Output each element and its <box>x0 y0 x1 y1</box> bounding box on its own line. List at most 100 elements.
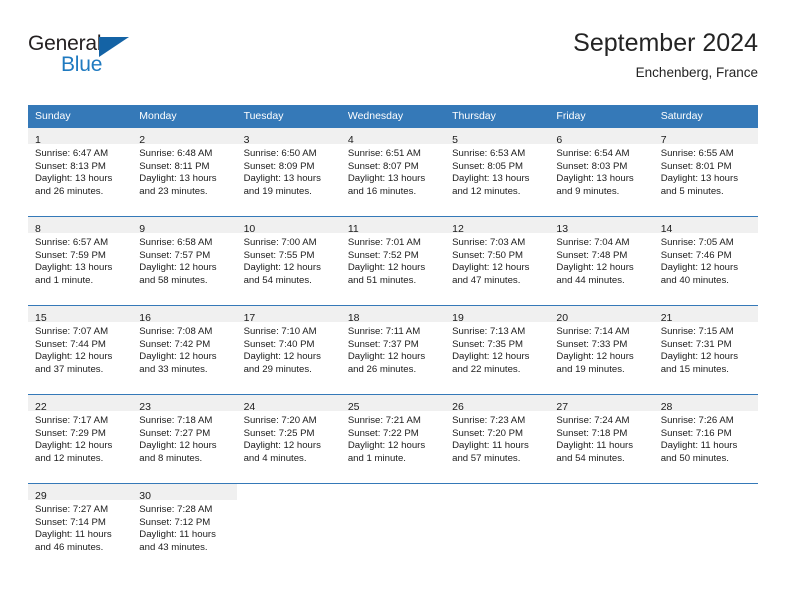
calendar-cell[interactable]: 15 Sunrise: 7:07 AM Sunset: 7:44 PM Dayl… <box>28 305 133 394</box>
day-cell[interactable]: 17 Sunrise: 7:10 AM Sunset: 7:40 PM Dayl… <box>236 305 341 394</box>
sunset-text: Sunset: 7:22 PM <box>347 427 419 439</box>
daylight-text: Daylight: 13 hours and 12 minutes. <box>452 173 530 197</box>
day-cell-empty <box>549 483 654 572</box>
calendar-cell[interactable]: 22 Sunrise: 7:17 AM Sunset: 7:29 PM Dayl… <box>28 394 133 483</box>
day-number: 2 <box>139 134 146 146</box>
day-cell[interactable]: 11 Sunrise: 7:01 AM Sunset: 7:52 PM Dayl… <box>340 216 446 305</box>
day-cell[interactable]: 4 Sunrise: 6:51 AM Sunset: 8:07 PM Dayli… <box>340 127 446 216</box>
sunrise-text: Sunrise: 7:04 AM <box>556 237 630 248</box>
calendar-cell[interactable]: 21 Sunrise: 7:15 AM Sunset: 7:31 PM Dayl… <box>653 305 758 394</box>
sunrise-text: Sunrise: 7:28 AM <box>139 504 213 515</box>
calendar-cell[interactable]: 2 Sunrise: 6:48 AM Sunset: 8:11 PM Dayli… <box>132 127 237 216</box>
calendar-cell[interactable]: 14 Sunrise: 7:05 AM Sunset: 7:46 PM Dayl… <box>653 216 758 305</box>
sunrise-text: Sunrise: 7:05 AM <box>660 237 734 248</box>
day-number-band: 16 <box>132 306 237 324</box>
day-cell[interactable]: 24 Sunrise: 7:20 AM Sunset: 7:25 PM Dayl… <box>236 394 341 483</box>
weekday-header-sunday: Sunday <box>28 105 133 127</box>
day-cell[interactable]: 5 Sunrise: 6:53 AM Sunset: 8:05 PM Dayli… <box>445 127 550 216</box>
calendar-cell[interactable]: 1 Sunrise: 6:47 AM Sunset: 8:13 PM Dayli… <box>28 127 133 216</box>
calendar-cell <box>653 483 758 572</box>
calendar-cell[interactable]: 18 Sunrise: 7:11 AM Sunset: 7:37 PM Dayl… <box>340 305 446 394</box>
calendar-cell[interactable]: 9 Sunrise: 6:58 AM Sunset: 7:57 PM Dayli… <box>132 216 237 305</box>
day-cell[interactable]: 1 Sunrise: 6:47 AM Sunset: 8:13 PM Dayli… <box>28 127 133 216</box>
day-cell[interactable]: 22 Sunrise: 7:17 AM Sunset: 7:29 PM Dayl… <box>28 394 133 483</box>
day-number: 16 <box>139 312 151 324</box>
calendar-page: General Blue September 2024 Enchenberg, … <box>0 0 792 612</box>
day-cell[interactable]: 23 Sunrise: 7:18 AM Sunset: 7:27 PM Dayl… <box>132 394 237 483</box>
day-cell[interactable]: 29 Sunrise: 7:27 AM Sunset: 7:14 PM Dayl… <box>28 483 133 572</box>
day-cell[interactable]: 25 Sunrise: 7:21 AM Sunset: 7:22 PM Dayl… <box>340 394 446 483</box>
calendar-cell[interactable]: 13 Sunrise: 7:04 AM Sunset: 7:48 PM Dayl… <box>549 216 654 305</box>
day-number: 10 <box>243 223 256 235</box>
day-details: Sunrise: 7:23 AM Sunset: 7:20 PM Dayligh… <box>445 411 549 465</box>
logo-triangle-icon <box>99 37 129 57</box>
day-cell[interactable]: 28 Sunrise: 7:26 AM Sunset: 7:16 PM Dayl… <box>653 394 758 483</box>
day-cell[interactable]: 6 Sunrise: 6:54 AM Sunset: 8:03 PM Dayli… <box>549 127 654 216</box>
daylight-text: Daylight: 12 hours and 12 minutes. <box>35 440 113 464</box>
calendar-cell[interactable]: 3 Sunrise: 6:50 AM Sunset: 8:09 PM Dayli… <box>236 127 341 216</box>
day-cell[interactable]: 20 Sunrise: 7:14 AM Sunset: 7:33 PM Dayl… <box>549 305 654 394</box>
calendar-cell[interactable]: 5 Sunrise: 6:53 AM Sunset: 8:05 PM Dayli… <box>445 127 550 216</box>
calendar-cell[interactable]: 28 Sunrise: 7:26 AM Sunset: 7:16 PM Dayl… <box>653 394 758 483</box>
calendar-cell[interactable]: 19 Sunrise: 7:13 AM Sunset: 7:35 PM Dayl… <box>445 305 550 394</box>
day-cell[interactable]: 14 Sunrise: 7:05 AM Sunset: 7:46 PM Dayl… <box>653 216 758 305</box>
calendar-cell[interactable]: 4 Sunrise: 6:51 AM Sunset: 8:07 PM Dayli… <box>340 127 446 216</box>
day-number-band: 26 <box>445 395 550 413</box>
calendar-cell[interactable]: 10 Sunrise: 7:00 AM Sunset: 7:55 PM Dayl… <box>236 216 341 305</box>
calendar-cell[interactable]: 6 Sunrise: 6:54 AM Sunset: 8:03 PM Dayli… <box>549 127 654 216</box>
calendar-cell[interactable]: 24 Sunrise: 7:20 AM Sunset: 7:25 PM Dayl… <box>236 394 341 483</box>
day-details: Sunrise: 7:24 AM Sunset: 7:18 PM Dayligh… <box>549 411 653 465</box>
day-number: 1 <box>35 134 41 146</box>
day-cell[interactable]: 27 Sunrise: 7:24 AM Sunset: 7:18 PM Dayl… <box>549 394 654 483</box>
calendar-cell[interactable]: 30 Sunrise: 7:28 AM Sunset: 7:12 PM Dayl… <box>132 483 237 572</box>
day-cell[interactable]: 18 Sunrise: 7:11 AM Sunset: 7:37 PM Dayl… <box>340 305 446 394</box>
page-title: September 2024 <box>573 29 758 57</box>
day-cell[interactable]: 7 Sunrise: 6:55 AM Sunset: 8:01 PM Dayli… <box>653 127 758 216</box>
day-cell[interactable]: 10 Sunrise: 7:00 AM Sunset: 7:55 PM Dayl… <box>236 216 341 305</box>
calendar-cell[interactable]: 11 Sunrise: 7:01 AM Sunset: 7:52 PM Dayl… <box>340 216 446 305</box>
daylight-text: Daylight: 12 hours and 19 minutes. <box>556 351 634 375</box>
calendar-cell[interactable]: 26 Sunrise: 7:23 AM Sunset: 7:20 PM Dayl… <box>445 394 550 483</box>
day-cell[interactable]: 21 Sunrise: 7:15 AM Sunset: 7:31 PM Dayl… <box>653 305 758 394</box>
calendar-cell[interactable]: 17 Sunrise: 7:10 AM Sunset: 7:40 PM Dayl… <box>236 305 341 394</box>
sunset-text: Sunset: 8:13 PM <box>35 160 106 172</box>
calendar-cell[interactable]: 27 Sunrise: 7:24 AM Sunset: 7:18 PM Dayl… <box>549 394 654 483</box>
sunset-text: Sunset: 7:31 PM <box>660 338 732 350</box>
day-cell[interactable]: 13 Sunrise: 7:04 AM Sunset: 7:48 PM Dayl… <box>549 216 654 305</box>
day-cell[interactable]: 15 Sunrise: 7:07 AM Sunset: 7:44 PM Dayl… <box>28 305 133 394</box>
day-number: 8 <box>35 223 41 235</box>
sunrise-text: Sunrise: 6:54 AM <box>556 148 630 159</box>
day-number: 18 <box>347 312 360 324</box>
day-number: 20 <box>556 312 569 324</box>
day-cell[interactable]: 2 Sunrise: 6:48 AM Sunset: 8:11 PM Dayli… <box>132 127 237 216</box>
day-cell[interactable]: 16 Sunrise: 7:08 AM Sunset: 7:42 PM Dayl… <box>132 305 237 394</box>
day-cell[interactable]: 30 Sunrise: 7:28 AM Sunset: 7:12 PM Dayl… <box>132 483 237 572</box>
sunrise-text: Sunrise: 7:21 AM <box>347 415 421 426</box>
day-number: 19 <box>452 312 464 324</box>
day-cell[interactable]: 8 Sunrise: 6:57 AM Sunset: 7:59 PM Dayli… <box>28 216 133 305</box>
general-blue-logo[interactable]: General Blue <box>28 28 248 88</box>
sunrise-text: Sunrise: 7:13 AM <box>452 326 526 337</box>
calendar-cell[interactable]: 7 Sunrise: 6:55 AM Sunset: 8:01 PM Dayli… <box>653 127 758 216</box>
sunrise-text: Sunrise: 6:51 AM <box>347 148 421 159</box>
day-cell[interactable]: 26 Sunrise: 7:23 AM Sunset: 7:20 PM Dayl… <box>445 394 550 483</box>
day-cell[interactable]: 3 Sunrise: 6:50 AM Sunset: 8:09 PM Dayli… <box>236 127 341 216</box>
sunrise-text: Sunrise: 6:55 AM <box>660 148 734 159</box>
weekday-header-wednesday: Wednesday <box>340 105 446 127</box>
day-details: Sunrise: 7:00 AM Sunset: 7:55 PM Dayligh… <box>237 233 341 287</box>
day-cell[interactable]: 19 Sunrise: 7:13 AM Sunset: 7:35 PM Dayl… <box>445 305 550 394</box>
day-number: 15 <box>35 312 47 324</box>
weekday-header-saturday: Saturday <box>653 105 758 127</box>
calendar-cell[interactable]: 12 Sunrise: 7:03 AM Sunset: 7:50 PM Dayl… <box>445 216 550 305</box>
calendar-header-row-group: Sunday Monday Tuesday Wednesday Thursday… <box>28 105 758 127</box>
day-cell[interactable]: 9 Sunrise: 6:58 AM Sunset: 7:57 PM Dayli… <box>132 216 237 305</box>
calendar-cell[interactable]: 8 Sunrise: 6:57 AM Sunset: 7:59 PM Dayli… <box>28 216 133 305</box>
day-number-band: 30 <box>132 484 237 502</box>
day-cell[interactable]: 12 Sunrise: 7:03 AM Sunset: 7:50 PM Dayl… <box>445 216 550 305</box>
calendar-cell[interactable]: 16 Sunrise: 7:08 AM Sunset: 7:42 PM Dayl… <box>132 305 237 394</box>
sunrise-text: Sunrise: 7:07 AM <box>35 326 109 337</box>
calendar-cell[interactable]: 25 Sunrise: 7:21 AM Sunset: 7:22 PM Dayl… <box>340 394 446 483</box>
calendar-cell[interactable]: 23 Sunrise: 7:18 AM Sunset: 7:27 PM Dayl… <box>132 394 237 483</box>
calendar-cell[interactable]: 20 Sunrise: 7:14 AM Sunset: 7:33 PM Dayl… <box>549 305 654 394</box>
calendar-cell[interactable]: 29 Sunrise: 7:27 AM Sunset: 7:14 PM Dayl… <box>28 483 133 572</box>
